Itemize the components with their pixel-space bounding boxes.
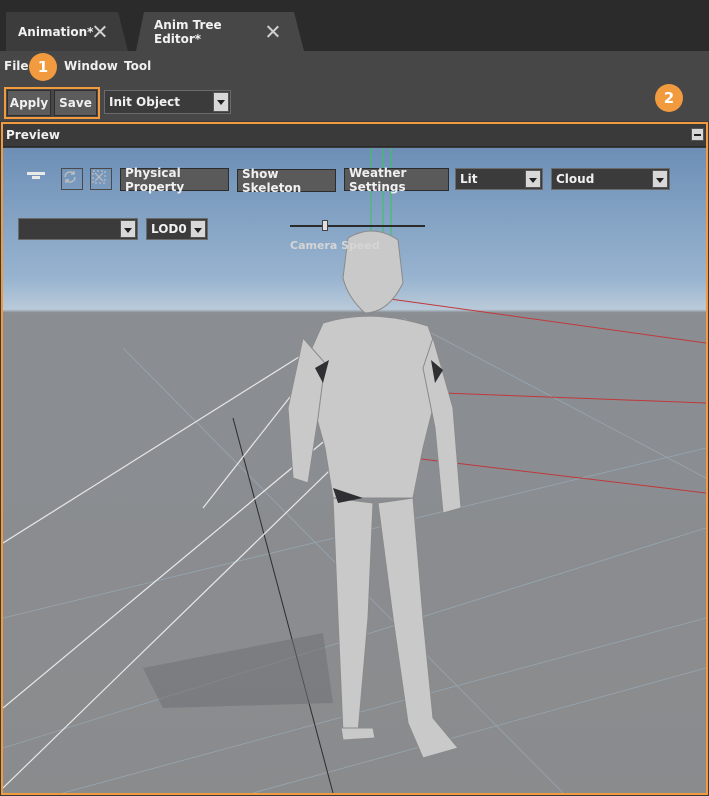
dropdown-arrow-icon[interactable] [190,220,206,238]
lighting-value: Lit [460,172,478,186]
mesh-select[interactable] [18,218,138,240]
refresh-icon[interactable] [61,168,83,190]
menu-tool[interactable]: Tool [124,59,151,73]
slider-thumb[interactable] [322,220,329,231]
tab-animation[interactable]: Animation* [6,12,128,51]
preview-title: Preview [6,128,61,142]
tab-anim-tree-editor[interactable]: Anim Tree Editor* [136,12,304,51]
dropdown-arrow-icon[interactable] [525,170,541,188]
camera-speed-slider[interactable] [290,220,425,232]
lod-value: LOD0 [151,222,187,236]
sky-value: Cloud [556,172,595,186]
show-skeleton-button[interactable]: Show Skeleton [237,167,336,195]
dropdown-arrow-icon[interactable] [213,92,229,112]
init-object-select[interactable]: Init Object [104,90,231,114]
pin-icon[interactable] [691,128,704,141]
preview-viewport[interactable]: Physical Property Show Skeleton Weather … [3,148,706,793]
lod-select[interactable]: LOD0 [146,218,208,240]
lighting-select[interactable]: Lit [455,168,543,190]
highlight-box-1 [4,87,100,119]
menu-file[interactable]: File [4,59,29,73]
slider-track [290,225,425,227]
close-icon[interactable] [93,25,102,38]
init-object-value: Init Object [109,95,180,109]
camera-view-icon[interactable] [25,168,47,190]
dropdown-arrow-icon[interactable] [652,170,668,188]
physical-property-button[interactable]: Physical Property [120,166,229,194]
sky-select[interactable]: Cloud [551,168,670,190]
menu-bar: File Window Tool [0,51,709,84]
callout-badge-1: 1 [29,53,57,81]
fit-view-icon[interactable] [90,168,112,190]
preview-header: Preview [3,124,706,147]
menu-window[interactable]: Window [64,59,118,73]
camera-speed-label: Camera Speed [290,239,380,252]
tab-strip: Animation* Anim Tree Editor* [0,0,709,51]
close-icon[interactable] [266,25,278,38]
callout-badge-2: 2 [655,84,683,112]
tab-label: Animation* [18,24,94,39]
dropdown-arrow-icon[interactable] [120,220,136,238]
tab-label: Anim Tree Editor* [154,17,222,46]
weather-settings-button[interactable]: Weather Settings [344,166,449,194]
